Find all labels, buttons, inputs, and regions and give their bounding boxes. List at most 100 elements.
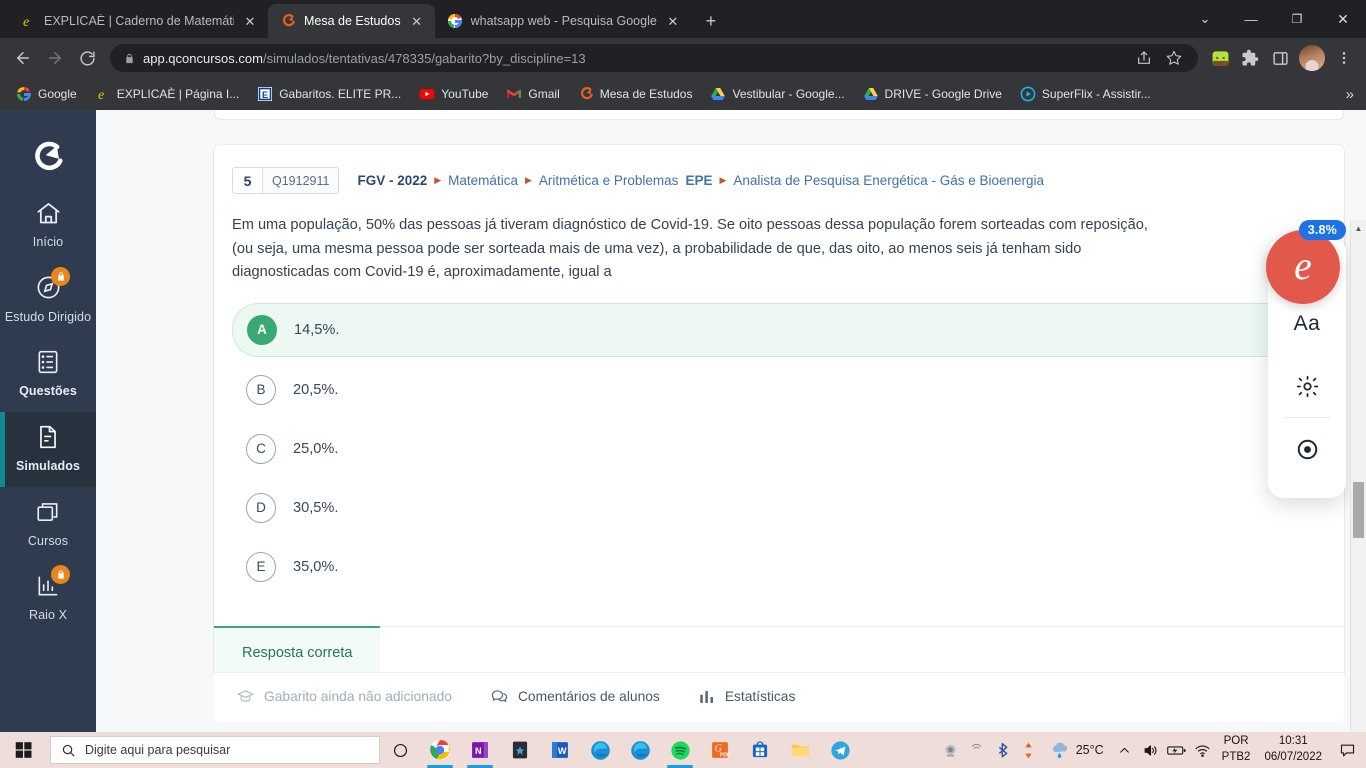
bookmarks-overflow-button[interactable]: » [1340, 84, 1360, 105]
footer-link-label: Gabarito ainda não adicionado [264, 689, 452, 704]
page-viewport: Início Estudo Dirigido Questões Simulado… [0, 110, 1366, 732]
language-indicator[interactable]: POR PTB2 [1216, 734, 1257, 765]
footer-link-comentarios[interactable]: Comentários de alunos [490, 687, 660, 706]
breadcrumb-subject[interactable]: Matemática [448, 173, 518, 188]
star-icon[interactable] [1160, 44, 1188, 72]
battery-icon[interactable] [1164, 732, 1190, 768]
bookmark-gmail[interactable]: Gmail [498, 83, 567, 105]
document-icon [33, 422, 63, 452]
taskbar-search-input[interactable]: Digite aqui para pesquisar [50, 736, 380, 764]
target-icon[interactable] [1268, 418, 1346, 480]
sidebar-item-inicio[interactable]: Início [0, 188, 96, 263]
google-drive-icon [711, 88, 726, 100]
option-b[interactable]: B 20,5%. [232, 364, 1326, 416]
tab-close-button[interactable]: ✕ [665, 13, 681, 29]
sidebar-item-cursos[interactable]: Cursos [0, 487, 96, 562]
new-tab-button[interactable]: + [697, 7, 725, 35]
puzzle-icon[interactable] [1236, 44, 1264, 72]
webcam-icon[interactable] [938, 732, 964, 768]
kebab-menu-icon[interactable] [1330, 44, 1358, 72]
bookmark-mesa-estudos[interactable]: Mesa de Estudos [570, 83, 701, 105]
option-d[interactable]: D 30,5%. [232, 482, 1326, 534]
browser-tab-2[interactable]: whatsapp web - Pesquisa Google ✕ [435, 4, 691, 38]
bookmark-gabaritos-elite[interactable]: E Gabaritos. ELITE PR... [249, 83, 409, 105]
bookmark-explicae[interactable]: e EXPLICAÈ | Página I... [87, 83, 248, 105]
bookmark-drive[interactable]: DRIVE - Google Drive [855, 83, 1010, 105]
browser-tab-0[interactable]: e EXPLICAÈ | Caderno de Matemáti ✕ [8, 4, 268, 38]
taskbar-clock[interactable]: 10:31 06/07/2022 [1256, 734, 1330, 765]
taskbar-edge-icon-2[interactable] [620, 732, 660, 768]
tab-title: EXPLICAÈ | Caderno de Matemáti [44, 14, 234, 28]
tray-expand-chevron-icon[interactable] [1112, 732, 1138, 768]
sidebar-item-label: Questões [19, 384, 77, 399]
bookmark-superflix[interactable]: SuperFlix - Assistir... [1012, 83, 1159, 105]
taskbar-word-icon[interactable]: W [540, 732, 580, 768]
taskbar-microsoft-store-icon[interactable] [740, 732, 780, 768]
gear-icon[interactable] [1268, 355, 1346, 417]
bookmark-youtube[interactable]: YouTube [411, 83, 496, 105]
reload-button[interactable] [72, 43, 102, 73]
taskbar-file-explorer-icon[interactable] [780, 732, 820, 768]
breadcrumb-role[interactable]: Analista de Pesquisa Energética - Gás e … [733, 173, 1044, 188]
sidebar-item-questoes[interactable]: Questões [0, 337, 96, 412]
tab-close-button[interactable]: ✕ [242, 13, 258, 29]
share-icon[interactable] [1130, 44, 1158, 72]
taskbar-chrome-icon[interactable] [420, 732, 460, 768]
sidebar-item-estudo-dirigido[interactable]: Estudo Dirigido [0, 263, 96, 338]
updown-arrows-icon[interactable] [1016, 732, 1042, 768]
svg-text:N: N [475, 746, 482, 756]
question-code[interactable]: Q1912911 [262, 167, 340, 194]
breadcrumb-org[interactable]: EPE [685, 173, 712, 188]
weather-widget[interactable]: 25°C [1042, 740, 1112, 760]
footer-link-label: Comentários de alunos [517, 689, 660, 704]
scroll-up-arrow-icon[interactable]: ▲ [1351, 220, 1366, 236]
notification-icon[interactable] [1330, 732, 1364, 768]
minimize-button[interactable]: — [1228, 0, 1274, 38]
taskbar-onenote-icon[interactable]: N [460, 732, 500, 768]
taskbar-edge-icon[interactable] [580, 732, 620, 768]
option-letter: E [246, 551, 276, 582]
option-text: 20,5%. [293, 381, 339, 398]
cortana-icon[interactable] [380, 732, 420, 768]
sidebar-item-simulados[interactable]: Simulados [0, 411, 96, 487]
wifi-antenna-icon[interactable] [964, 732, 990, 768]
maximize-button[interactable]: ❐ [1274, 0, 1320, 38]
bookmark-vestibular-drive[interactable]: Vestibular - Google... [702, 83, 852, 105]
profile-avatar[interactable] [1299, 45, 1325, 71]
address-bar[interactable]: app.qconcursos.com/simulados/tentativas/… [110, 44, 1198, 72]
breadcrumb-board-year[interactable]: FGV - 2022 [357, 173, 427, 188]
taskbar-app-store-icon[interactable] [500, 732, 540, 768]
extension-green-icon[interactable] [1206, 44, 1234, 72]
option-c[interactable]: C 25,0%. [232, 423, 1326, 475]
browser-tab-1[interactable]: Mesa de Estudos ✕ [268, 4, 435, 38]
speaker-icon[interactable] [1138, 732, 1164, 768]
wifi-icon[interactable] [1190, 732, 1216, 768]
scrollbar-thumb[interactable] [1353, 482, 1364, 538]
tab-close-button[interactable]: ✕ [409, 13, 425, 29]
taskbar-spotify-icon[interactable] [660, 732, 700, 768]
taskbar-telegram-icon[interactable] [820, 732, 860, 768]
qconcursos-logo[interactable] [26, 126, 70, 188]
taskbar-gpdf-icon[interactable]: G PDF [700, 732, 740, 768]
option-a[interactable]: A 14,5%. [232, 302, 1326, 357]
forward-button[interactable] [40, 43, 70, 73]
bookmark-google[interactable]: Google [8, 83, 85, 105]
speech-bubbles-icon [491, 690, 508, 702]
start-button[interactable] [0, 732, 48, 768]
explicae-fab-button[interactable]: e [1266, 230, 1340, 304]
footer-link-estatisticas[interactable]: Estatísticas [698, 688, 795, 706]
app-sidebar: Início Estudo Dirigido Questões Simulado… [0, 110, 96, 732]
window-controls: ⌄ — ❐ ✕ [1182, 0, 1366, 38]
close-window-button[interactable]: ✕ [1320, 0, 1366, 38]
page-scrollbar[interactable]: ▲ ▼ [1350, 220, 1366, 732]
bluetooth-icon[interactable] [990, 732, 1016, 768]
option-e[interactable]: E 35,0%. [232, 541, 1326, 593]
font-size-label: Aa [1293, 312, 1321, 335]
back-button[interactable] [8, 43, 38, 73]
sidepanel-icon[interactable] [1266, 44, 1294, 72]
tab-search-chevron-icon[interactable]: ⌄ [1182, 0, 1228, 38]
footer-link-gabarito[interactable]: Gabarito ainda não adicionado [236, 687, 452, 706]
tab-resposta-correta[interactable]: Resposta correta [214, 625, 381, 678]
breadcrumb-topic[interactable]: Aritmética e Problemas [539, 173, 679, 188]
sidebar-item-raio-x[interactable]: Raio X [0, 561, 96, 636]
